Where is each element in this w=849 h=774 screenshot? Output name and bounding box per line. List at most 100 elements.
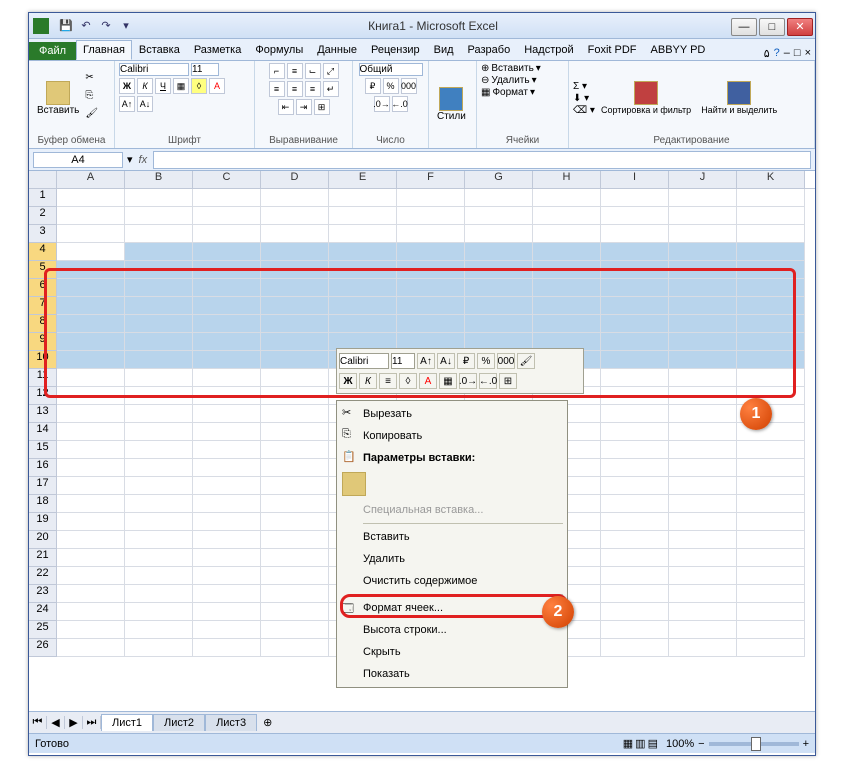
column-header[interactable]: H bbox=[533, 171, 601, 188]
decrease-decimal-icon[interactable]: ←.0 bbox=[392, 96, 408, 112]
cell[interactable] bbox=[193, 621, 261, 639]
cell[interactable] bbox=[737, 369, 805, 387]
cell[interactable] bbox=[193, 351, 261, 369]
cell[interactable] bbox=[57, 567, 125, 585]
cell[interactable] bbox=[737, 243, 805, 261]
cell[interactable] bbox=[601, 513, 669, 531]
row-header[interactable]: 24 bbox=[29, 603, 57, 621]
cell[interactable] bbox=[57, 369, 125, 387]
cell[interactable] bbox=[533, 315, 601, 333]
align-center-icon[interactable]: ≡ bbox=[287, 81, 303, 97]
cell[interactable] bbox=[125, 639, 193, 657]
cell[interactable] bbox=[669, 513, 737, 531]
cell[interactable] bbox=[601, 189, 669, 207]
cell[interactable] bbox=[125, 351, 193, 369]
row-header[interactable]: 4 bbox=[29, 243, 57, 261]
cell[interactable] bbox=[193, 423, 261, 441]
cell[interactable] bbox=[669, 531, 737, 549]
cell[interactable] bbox=[261, 207, 329, 225]
cell[interactable] bbox=[261, 495, 329, 513]
cell[interactable] bbox=[57, 279, 125, 297]
align-left-icon[interactable]: ≡ bbox=[269, 81, 285, 97]
cell[interactable] bbox=[193, 369, 261, 387]
ctx-cut[interactable]: ✂Вырезать bbox=[339, 403, 565, 425]
cell[interactable] bbox=[261, 603, 329, 621]
cell[interactable] bbox=[601, 297, 669, 315]
cell[interactable] bbox=[669, 603, 737, 621]
paste-button[interactable]: Вставить bbox=[33, 79, 83, 118]
sheet-nav-last-icon[interactable]: ⏭ bbox=[83, 716, 101, 729]
cell[interactable] bbox=[669, 261, 737, 279]
border-button[interactable]: ▦ bbox=[173, 78, 189, 94]
number-format-combo[interactable] bbox=[359, 63, 423, 76]
undo-icon[interactable]: ↶ bbox=[77, 17, 95, 35]
cell[interactable] bbox=[57, 531, 125, 549]
cell[interactable] bbox=[465, 207, 533, 225]
cell[interactable] bbox=[465, 315, 533, 333]
cell[interactable] bbox=[193, 531, 261, 549]
cell[interactable] bbox=[125, 603, 193, 621]
cell[interactable] bbox=[125, 585, 193, 603]
column-header[interactable]: F bbox=[397, 171, 465, 188]
cell[interactable] bbox=[261, 351, 329, 369]
column-header[interactable]: I bbox=[601, 171, 669, 188]
cell[interactable] bbox=[737, 531, 805, 549]
cell[interactable] bbox=[329, 315, 397, 333]
cell[interactable] bbox=[125, 315, 193, 333]
cell[interactable] bbox=[193, 297, 261, 315]
clear-icon[interactable]: ⌫ ▾ bbox=[573, 105, 595, 116]
column-header[interactable]: G bbox=[465, 171, 533, 188]
cell[interactable] bbox=[669, 243, 737, 261]
cell[interactable] bbox=[193, 441, 261, 459]
cell[interactable] bbox=[737, 639, 805, 657]
sheet-nav-next-icon[interactable]: ▶ bbox=[65, 716, 83, 729]
cell[interactable] bbox=[737, 603, 805, 621]
row-header[interactable]: 17 bbox=[29, 477, 57, 495]
cell[interactable] bbox=[737, 261, 805, 279]
cell[interactable] bbox=[193, 405, 261, 423]
cell[interactable] bbox=[193, 603, 261, 621]
cell[interactable] bbox=[669, 567, 737, 585]
row-header[interactable]: 23 bbox=[29, 585, 57, 603]
row-header[interactable]: 15 bbox=[29, 441, 57, 459]
tab-foxit[interactable]: Foxit PDF bbox=[581, 40, 644, 60]
cell[interactable] bbox=[601, 261, 669, 279]
cell[interactable] bbox=[57, 459, 125, 477]
mini-currency-icon[interactable]: ₽ bbox=[457, 353, 475, 369]
cell[interactable] bbox=[737, 477, 805, 495]
cell[interactable] bbox=[125, 441, 193, 459]
cell[interactable] bbox=[737, 351, 805, 369]
cell[interactable] bbox=[669, 297, 737, 315]
cell[interactable] bbox=[125, 279, 193, 297]
row-header[interactable]: 12 bbox=[29, 387, 57, 405]
column-header[interactable]: A bbox=[57, 171, 125, 188]
cell[interactable] bbox=[193, 549, 261, 567]
cell[interactable] bbox=[193, 243, 261, 261]
increase-indent-icon[interactable]: ⇥ bbox=[296, 99, 312, 115]
qat-dropdown-icon[interactable]: ▾ bbox=[117, 17, 135, 35]
row-header[interactable]: 11 bbox=[29, 369, 57, 387]
ctx-show[interactable]: Показать bbox=[339, 663, 565, 685]
minimize-ribbon-icon[interactable]: ۵ bbox=[764, 47, 770, 60]
row-header[interactable]: 6 bbox=[29, 279, 57, 297]
mini-align-icon[interactable]: ≡ bbox=[379, 373, 397, 389]
cell[interactable] bbox=[397, 297, 465, 315]
cell[interactable] bbox=[533, 297, 601, 315]
row-header[interactable]: 8 bbox=[29, 315, 57, 333]
cell[interactable] bbox=[737, 567, 805, 585]
cell[interactable] bbox=[125, 549, 193, 567]
row-header[interactable]: 13 bbox=[29, 405, 57, 423]
font-color-button[interactable]: A bbox=[209, 78, 225, 94]
help-icon[interactable]: ? bbox=[774, 47, 780, 60]
cell[interactable] bbox=[601, 441, 669, 459]
cell[interactable] bbox=[737, 621, 805, 639]
cell[interactable] bbox=[533, 243, 601, 261]
cell[interactable] bbox=[329, 297, 397, 315]
cell[interactable] bbox=[329, 207, 397, 225]
decrease-font-icon[interactable]: A↓ bbox=[137, 96, 153, 112]
cell[interactable] bbox=[193, 333, 261, 351]
sheet-tab[interactable]: Лист2 bbox=[153, 714, 205, 731]
view-pagebreak-icon[interactable]: ▤ bbox=[648, 737, 658, 750]
cell[interactable] bbox=[261, 315, 329, 333]
cell[interactable] bbox=[261, 369, 329, 387]
